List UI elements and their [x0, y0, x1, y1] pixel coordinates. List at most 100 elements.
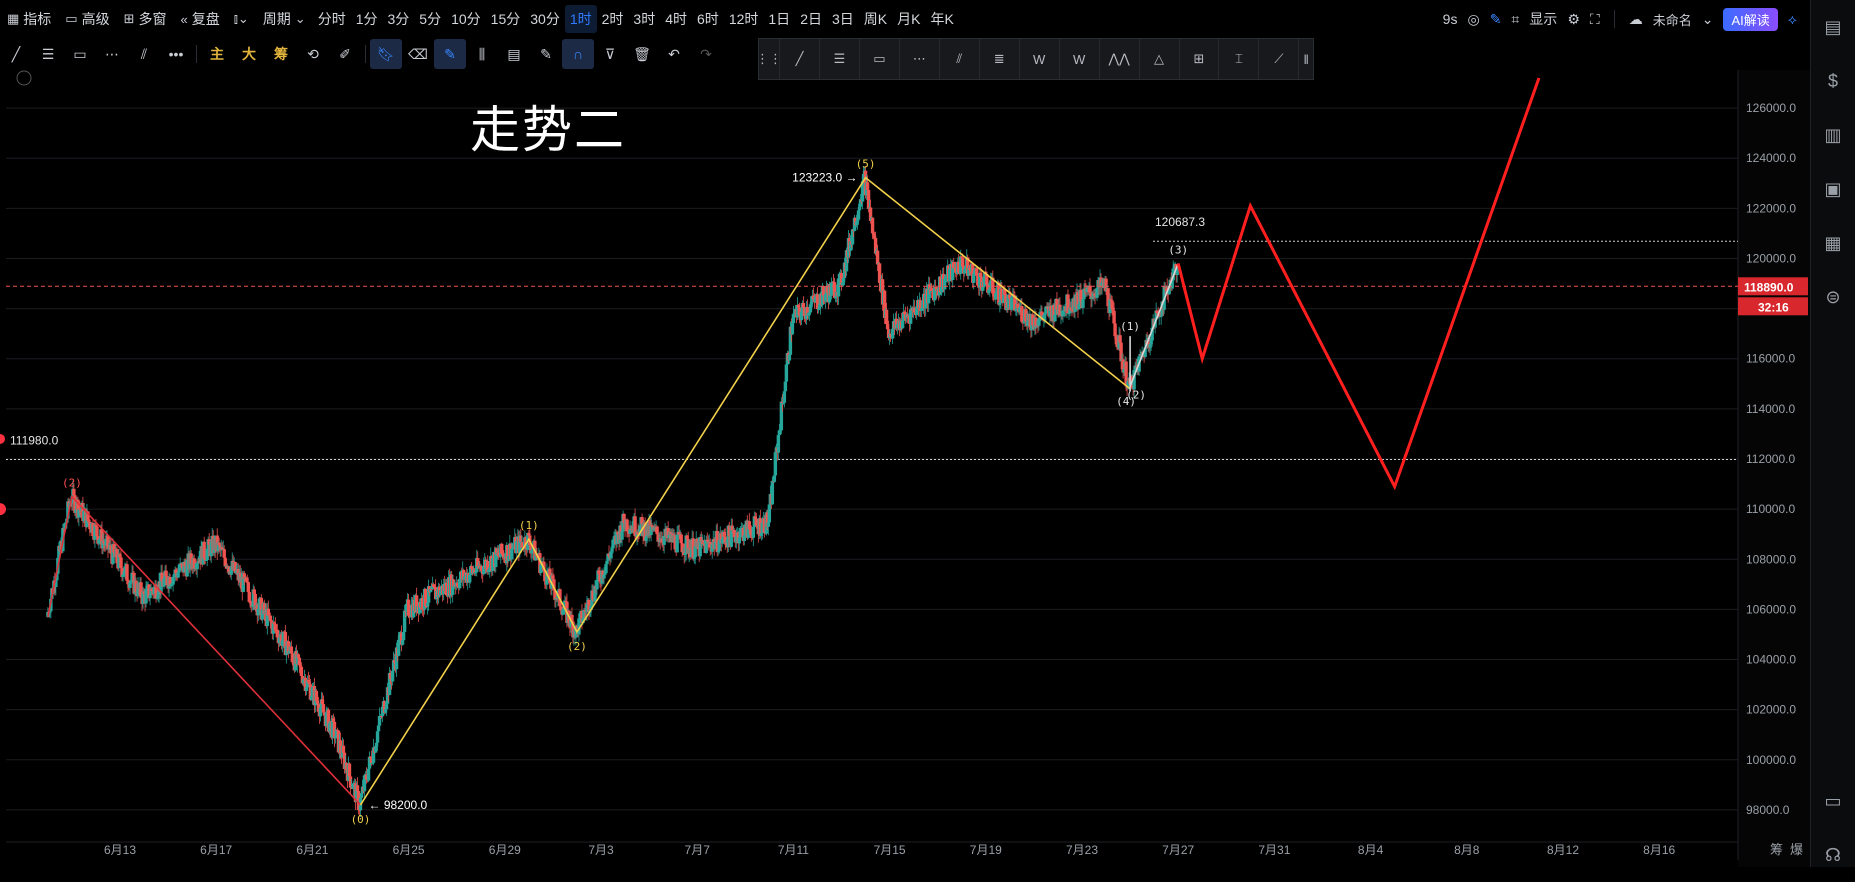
interval-14[interactable]: 2日: [795, 5, 827, 33]
y-tick-label: 116000.0: [1746, 352, 1795, 366]
hline-tool-icon[interactable]: ☰: [32, 39, 64, 69]
chevron-down-icon: ⌄: [1701, 10, 1714, 27]
x-tick-label: 6月25: [393, 843, 425, 857]
candle-body: [119, 557, 123, 569]
ai-interpret-button[interactable]: AI解读: [1723, 7, 1778, 31]
replay-button[interactable]: «复盘: [174, 5, 227, 33]
low-price-annotation: ← 98200.0: [369, 798, 428, 812]
headset-icon[interactable]: ☊: [1811, 828, 1855, 882]
sync-icon[interactable]: ⟲: [297, 39, 329, 69]
interval-15[interactable]: 3日: [827, 5, 859, 33]
ranking-icon[interactable]: ▥: [1811, 108, 1855, 162]
candle-body: [333, 736, 338, 739]
interval-7[interactable]: 1时: [564, 5, 597, 33]
share-icon[interactable]: ⟡: [1788, 11, 1797, 28]
candle-body: [1020, 306, 1024, 322]
interval-5[interactable]: 15分: [486, 5, 526, 33]
candle-icon[interactable]: ⫼: [466, 39, 498, 69]
y-tick-label: 122000.0: [1746, 201, 1796, 215]
x-tick-label: 7月15: [874, 843, 906, 857]
x-tick-label: 7月11: [778, 843, 809, 857]
clipboard-icon[interactable]: ▤: [498, 39, 530, 69]
advanced-button[interactable]: ▭ 高级: [58, 5, 116, 33]
undo-icon[interactable]: ↶: [658, 39, 690, 69]
layout-name-dropdown[interactable]: 未命名: [1653, 10, 1692, 29]
eraser-icon[interactable]: ⌫: [402, 39, 434, 69]
horizontal-line-label: 120687.3: [1155, 215, 1205, 229]
y-tick-label: 120000.0: [1746, 251, 1796, 265]
candle-body: [1159, 315, 1163, 317]
chevron-down-icon: ⌄: [294, 11, 306, 26]
period-dropdown[interactable]: 周期 ⌄: [256, 5, 313, 33]
interval-12[interactable]: 12时: [724, 5, 764, 33]
rect-tool-icon[interactable]: ▭: [64, 39, 96, 69]
pen-icon[interactable]: ✎: [1490, 11, 1502, 28]
interval-10[interactable]: 4时: [660, 5, 692, 33]
collapse-toggle-icon[interactable]: [16, 70, 32, 86]
market-icon[interactable]: ▣: [1811, 162, 1855, 216]
interval-13[interactable]: 1日: [763, 5, 795, 33]
y-tick-label: 102000.0: [1746, 703, 1796, 717]
bottom-right-label: 爆: [1790, 842, 1803, 857]
chip-button[interactable]: 筹: [265, 39, 297, 69]
pen-active-icon[interactable]: ✎: [434, 39, 466, 69]
redo-icon[interactable]: ↷: [690, 39, 722, 69]
layout-icon[interactable]: ▭: [1811, 774, 1855, 828]
replay-icon: «: [180, 11, 188, 27]
y-tick-label: 110000.0: [1746, 502, 1795, 516]
interval-11[interactable]: 6时: [692, 5, 724, 33]
countdown-text: 9s: [1442, 11, 1458, 27]
crop-icon[interactable]: ⌗: [1511, 11, 1519, 28]
interval-6[interactable]: 30分: [525, 5, 565, 33]
display-button[interactable]: 显示: [1529, 9, 1557, 29]
measure-tool-icon[interactable]: ⋯: [96, 39, 128, 69]
right-sidebar: ▤ $ ▥ ▣ ▦ ⊜ ▭ ☊: [1810, 0, 1855, 867]
trade-icon[interactable]: $: [1811, 54, 1855, 108]
chart-type-button[interactable]: ⫾⌄: [227, 5, 256, 33]
interval-4[interactable]: 10分: [446, 5, 486, 33]
interval-8[interactable]: 2时: [597, 5, 629, 33]
bookmark-icon[interactable]: 🔖︎: [370, 39, 402, 69]
y-tick-label: 106000.0: [1746, 602, 1796, 616]
candle-body: [829, 283, 834, 296]
x-tick-label: 7月19: [970, 843, 1002, 857]
drawing-toolbar: ╱ ☰ ▭ ⋯ ⫽ ••• 主 大 筹 ⟲ ✐ 🔖︎ ⌫ ✎ ⫼ ▤ ✎ ∩ ⊽…: [0, 38, 722, 70]
interval-1[interactable]: 1分: [351, 5, 383, 33]
wave-label: (0): [351, 813, 371, 826]
main-indicator-button[interactable]: 主: [201, 39, 233, 69]
interval-16[interactable]: 周K: [859, 5, 892, 33]
orderbook-icon[interactable]: ▦: [1811, 216, 1855, 270]
interval-9[interactable]: 3时: [628, 5, 660, 33]
indicator-button[interactable]: ▦ 指标: [0, 5, 58, 33]
interval-3[interactable]: 5分: [414, 5, 446, 33]
interval-17[interactable]: 月K: [892, 5, 925, 33]
note-icon[interactable]: ✎: [530, 39, 562, 69]
multi-window-button[interactable]: ⊞ 多窗: [117, 5, 174, 33]
edit-tool-icon[interactable]: ✐: [329, 39, 361, 69]
interval-18[interactable]: 年K: [925, 5, 958, 33]
divider: [365, 45, 366, 63]
divider: [196, 45, 197, 63]
line-tool-icon[interactable]: ╱: [0, 39, 32, 69]
price-chart[interactable]: 98000.0 100000.0 102000.0 104000.0 106000.0 1…: [0, 70, 1810, 867]
camera-icon[interactable]: ◎: [1467, 11, 1479, 28]
wave-label: (1): [519, 519, 539, 532]
interval-0[interactable]: 分时: [313, 5, 351, 33]
channel-tool-icon[interactable]: ⫽: [128, 39, 160, 69]
y-tick-label: 98000.0: [1746, 803, 1790, 817]
wave-label: (2): [1126, 388, 1146, 401]
filter-icon[interactable]: ⊽: [594, 39, 626, 69]
y-tick-label: 126000.0: [1746, 101, 1796, 115]
magnet-icon[interactable]: ∩: [562, 39, 594, 69]
big-order-button[interactable]: 大: [233, 39, 265, 69]
more-tools-icon[interactable]: •••: [160, 39, 192, 69]
calc-icon[interactable]: ⊜: [1811, 270, 1855, 324]
candle-body: [884, 309, 889, 325]
interval-2[interactable]: 3分: [383, 5, 415, 33]
settings-icon[interactable]: ⚙: [1567, 11, 1580, 28]
trash-icon[interactable]: 🗑︎: [626, 39, 658, 69]
bottom-right-label: 筹: [1770, 842, 1783, 857]
fullscreen-icon[interactable]: ⛶: [1590, 11, 1600, 28]
watchlist-icon[interactable]: ▤: [1811, 0, 1855, 54]
